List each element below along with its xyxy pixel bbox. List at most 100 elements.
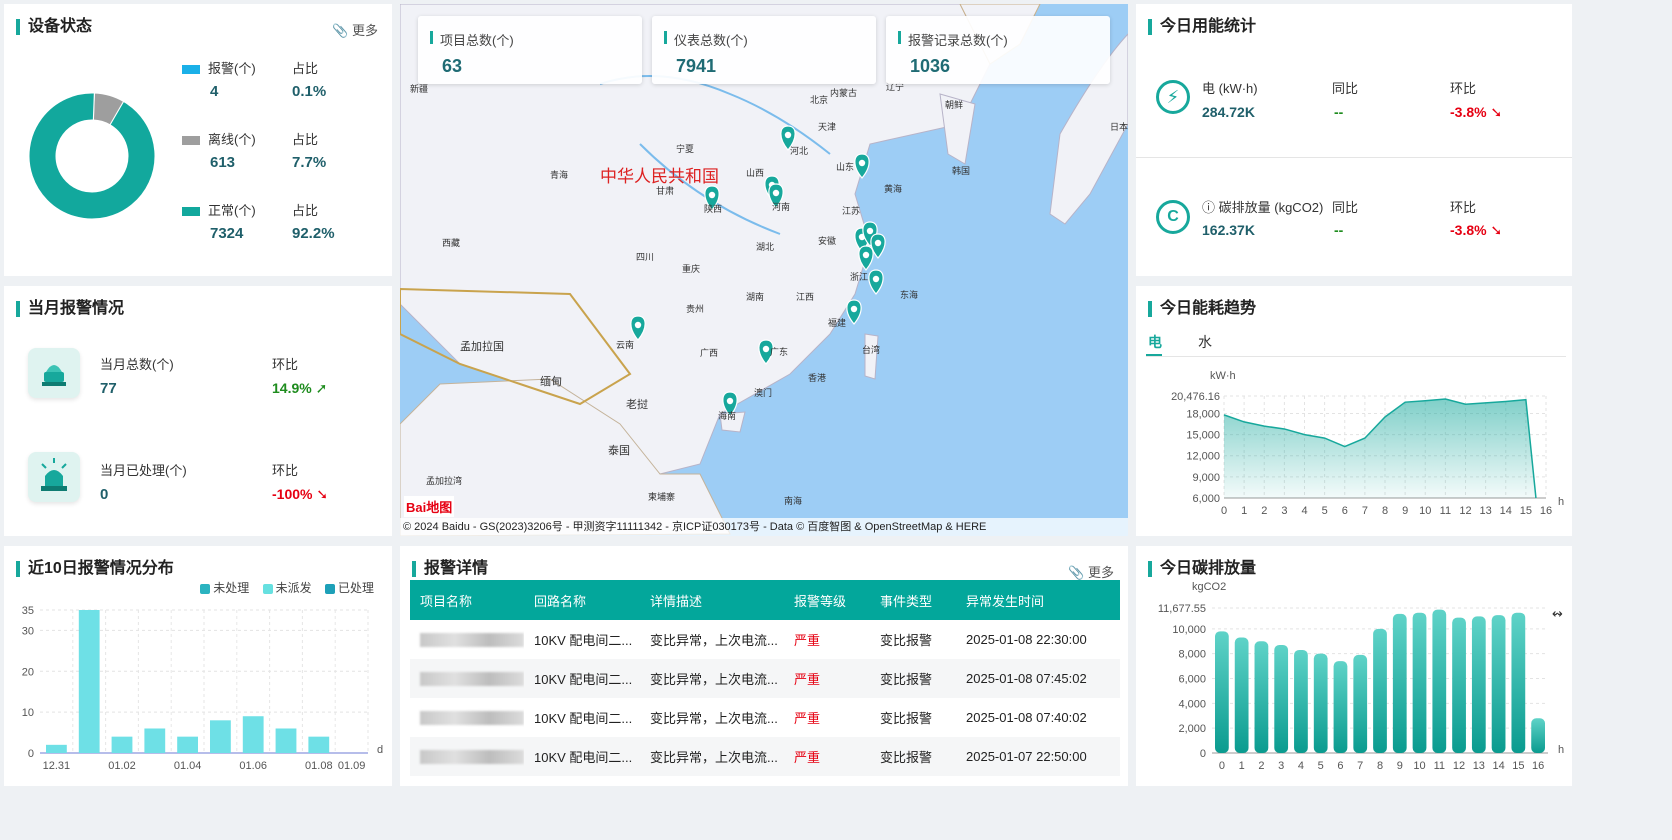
energy-stats-title: 今日用能统计 [1148, 18, 1256, 36]
map-pin-icon[interactable] [846, 299, 862, 325]
carbon-bar[interactable] [1294, 649, 1308, 753]
carbon-bar[interactable] [1373, 628, 1387, 753]
column-header[interactable]: 事件类型 [870, 580, 956, 620]
monthly-total-ring-label: 环比 [272, 357, 299, 372]
desc-cell: 变比异常，上次电流... [640, 659, 784, 698]
table-row[interactable]: 10KV 配电间二... 变比异常，上次电流... 严重 变比报警 2025-01-08… [410, 698, 1120, 737]
x-tick-label: 1 [1241, 505, 1247, 517]
map-card-label: 报警记录总数(个) [898, 30, 1008, 49]
carbon-bar[interactable] [1452, 617, 1466, 753]
map-card-value: 63 [442, 56, 463, 76]
status-ratio-label: 占比 [292, 61, 319, 76]
map-place-label: 宁夏 [676, 143, 694, 154]
project-name-cell [410, 620, 524, 659]
carbon-bar[interactable] [1333, 661, 1348, 753]
y-tick-label: 30 [22, 625, 34, 637]
map-place-label: 广东 [770, 346, 788, 357]
x-tick-label: 11 [1434, 760, 1445, 772]
alarm-bar[interactable] [111, 736, 133, 753]
column-header[interactable]: 报警等级 [784, 580, 870, 620]
map-card-value: 1036 [910, 56, 951, 76]
map-place-label: 新疆 [410, 83, 428, 94]
alarm-bar[interactable] [308, 736, 330, 753]
alarm-bar[interactable] [144, 728, 166, 753]
carbon-bar[interactable] [1511, 612, 1526, 753]
status-value: 4 [210, 83, 219, 100]
alarm-table: 项目名称 回路名称 详情描述 报警等级 事件类型 异常发生时间 10KV 配电间二... 变… [410, 580, 1120, 776]
donut-slice[interactable] [28, 92, 156, 220]
status-swatch [182, 207, 200, 217]
y-tick-label: 10,000 [1172, 624, 1206, 636]
carbon-bar[interactable] [1471, 616, 1486, 753]
x-tick-label: 5 [1318, 760, 1324, 772]
y-tick-label: 6,000 [1178, 673, 1206, 685]
alarm-bar[interactable] [242, 716, 264, 753]
y-tick-label: 12,000 [1186, 451, 1220, 463]
baidu-logo: Bai地图 [404, 496, 455, 517]
circuit-cell: 10KV 配电间二... [524, 737, 640, 776]
table-row[interactable]: 10KV 配电间二... 变比异常，上次电流... 严重 变比报警 2025-01-08… [410, 620, 1120, 659]
elec-mom: -3.8% ➘ [1450, 104, 1503, 120]
device-status-more-link[interactable]: 📎 更多 [332, 20, 378, 39]
time-cell: 2025-01-08 22:30:00 [966, 632, 1087, 647]
column-header[interactable]: 详情描述 [640, 580, 784, 620]
project-name-cell [410, 659, 524, 698]
alarm-siren-icon [28, 348, 80, 398]
elec-value: 284.72K [1202, 104, 1255, 120]
elec-yoy: -- [1334, 104, 1344, 120]
carbon-bar[interactable] [1274, 644, 1289, 753]
alarm-bar[interactable] [78, 610, 100, 753]
arrow-up-icon: ➚ [315, 380, 328, 396]
type-cell: 变比报警 [870, 737, 956, 776]
map-place-label: 南海 [784, 495, 802, 506]
status-legend-label: 正常(个) [182, 200, 256, 219]
map-card-value: 7941 [676, 56, 717, 76]
info-icon[interactable]: ⓘ [1202, 200, 1215, 215]
x-tick-label: 01.06 [239, 760, 267, 772]
column-header[interactable]: 回路名称 [524, 580, 640, 620]
table-row[interactable]: 10KV 配电间二... 变比异常，上次电流... 严重 变比报警 2025-01-08… [410, 659, 1120, 698]
alarm-bar[interactable] [46, 744, 67, 753]
map-place-label: 泰国 [608, 443, 630, 457]
carbon-bar[interactable] [1234, 637, 1249, 753]
x-tick-label: 13 [1480, 505, 1492, 517]
type-cell: 变比报警 [880, 633, 933, 648]
alarm-bar[interactable] [210, 720, 231, 753]
column-header[interactable]: 项目名称 [410, 580, 524, 620]
carbon-bar[interactable] [1432, 609, 1447, 753]
carbon-today-panel: 今日碳排放量 kgCO2 h ↭ 0 2,000 4,000 6,000 8,000 10… [1136, 546, 1572, 786]
map-pin-icon[interactable] [868, 269, 884, 295]
table-row[interactable]: 10KV 配电间二... 变比异常，上次电流... 严重 变比报警 2025-01-07… [410, 737, 1120, 776]
monthly-total-value: 77 [100, 380, 117, 397]
map-card-label: 项目总数(个) [430, 30, 514, 49]
map-panel[interactable]: 新疆 青海 西藏 甘肃 宁夏 陕西 山西 河北 北京 天津 辽宁 朝鲜 韩国 日本 山东 河南 江苏 安徽 湖北 四川… [400, 4, 1128, 536]
carbon-bar[interactable] [1491, 615, 1506, 753]
x-tick-label: 16 [1532, 760, 1544, 772]
carbon-icon: C [1156, 200, 1190, 234]
alarm-detail-more-link[interactable]: 📎 更多 [1068, 562, 1114, 581]
status-ratio-label: 占比 [292, 132, 319, 147]
column-header[interactable]: 异常发生时间 [956, 580, 1120, 620]
level-cell: 严重 [794, 633, 821, 648]
status-ratio-value: 7.7% [292, 154, 327, 171]
status-label-text: 报警(个) [208, 61, 256, 76]
x-tick-label: 13 [1473, 760, 1485, 772]
x-tick-label: 14 [1500, 505, 1512, 517]
map-place-label: 北京 [810, 94, 828, 105]
alarm-bar[interactable] [275, 728, 297, 753]
carbon-bar[interactable] [1254, 641, 1269, 753]
carbon-bar[interactable] [1215, 631, 1229, 753]
map-place-label: 黄海 [884, 183, 902, 194]
carbon-bar[interactable] [1531, 718, 1545, 753]
energy-stats-panel: 今日用能统计 ⚡ 电 (kW·h) 284.72K 同比 -- 环比 -3.8%… [1136, 4, 1572, 276]
x-tick-label: 4 [1298, 760, 1304, 772]
redacted-project-name [420, 750, 524, 765]
carbon-bar[interactable] [1392, 613, 1407, 753]
carbon-bar[interactable] [1313, 653, 1328, 753]
carbon-bar[interactable] [1412, 612, 1427, 753]
desc-cell: 变比异常，上次电流... [650, 633, 778, 648]
circuit-cell: 10KV 配电间二... [534, 633, 633, 648]
map-place-label: 山东 [836, 161, 854, 172]
alarm-bar[interactable] [177, 736, 198, 753]
carbon-bar[interactable] [1353, 654, 1368, 753]
